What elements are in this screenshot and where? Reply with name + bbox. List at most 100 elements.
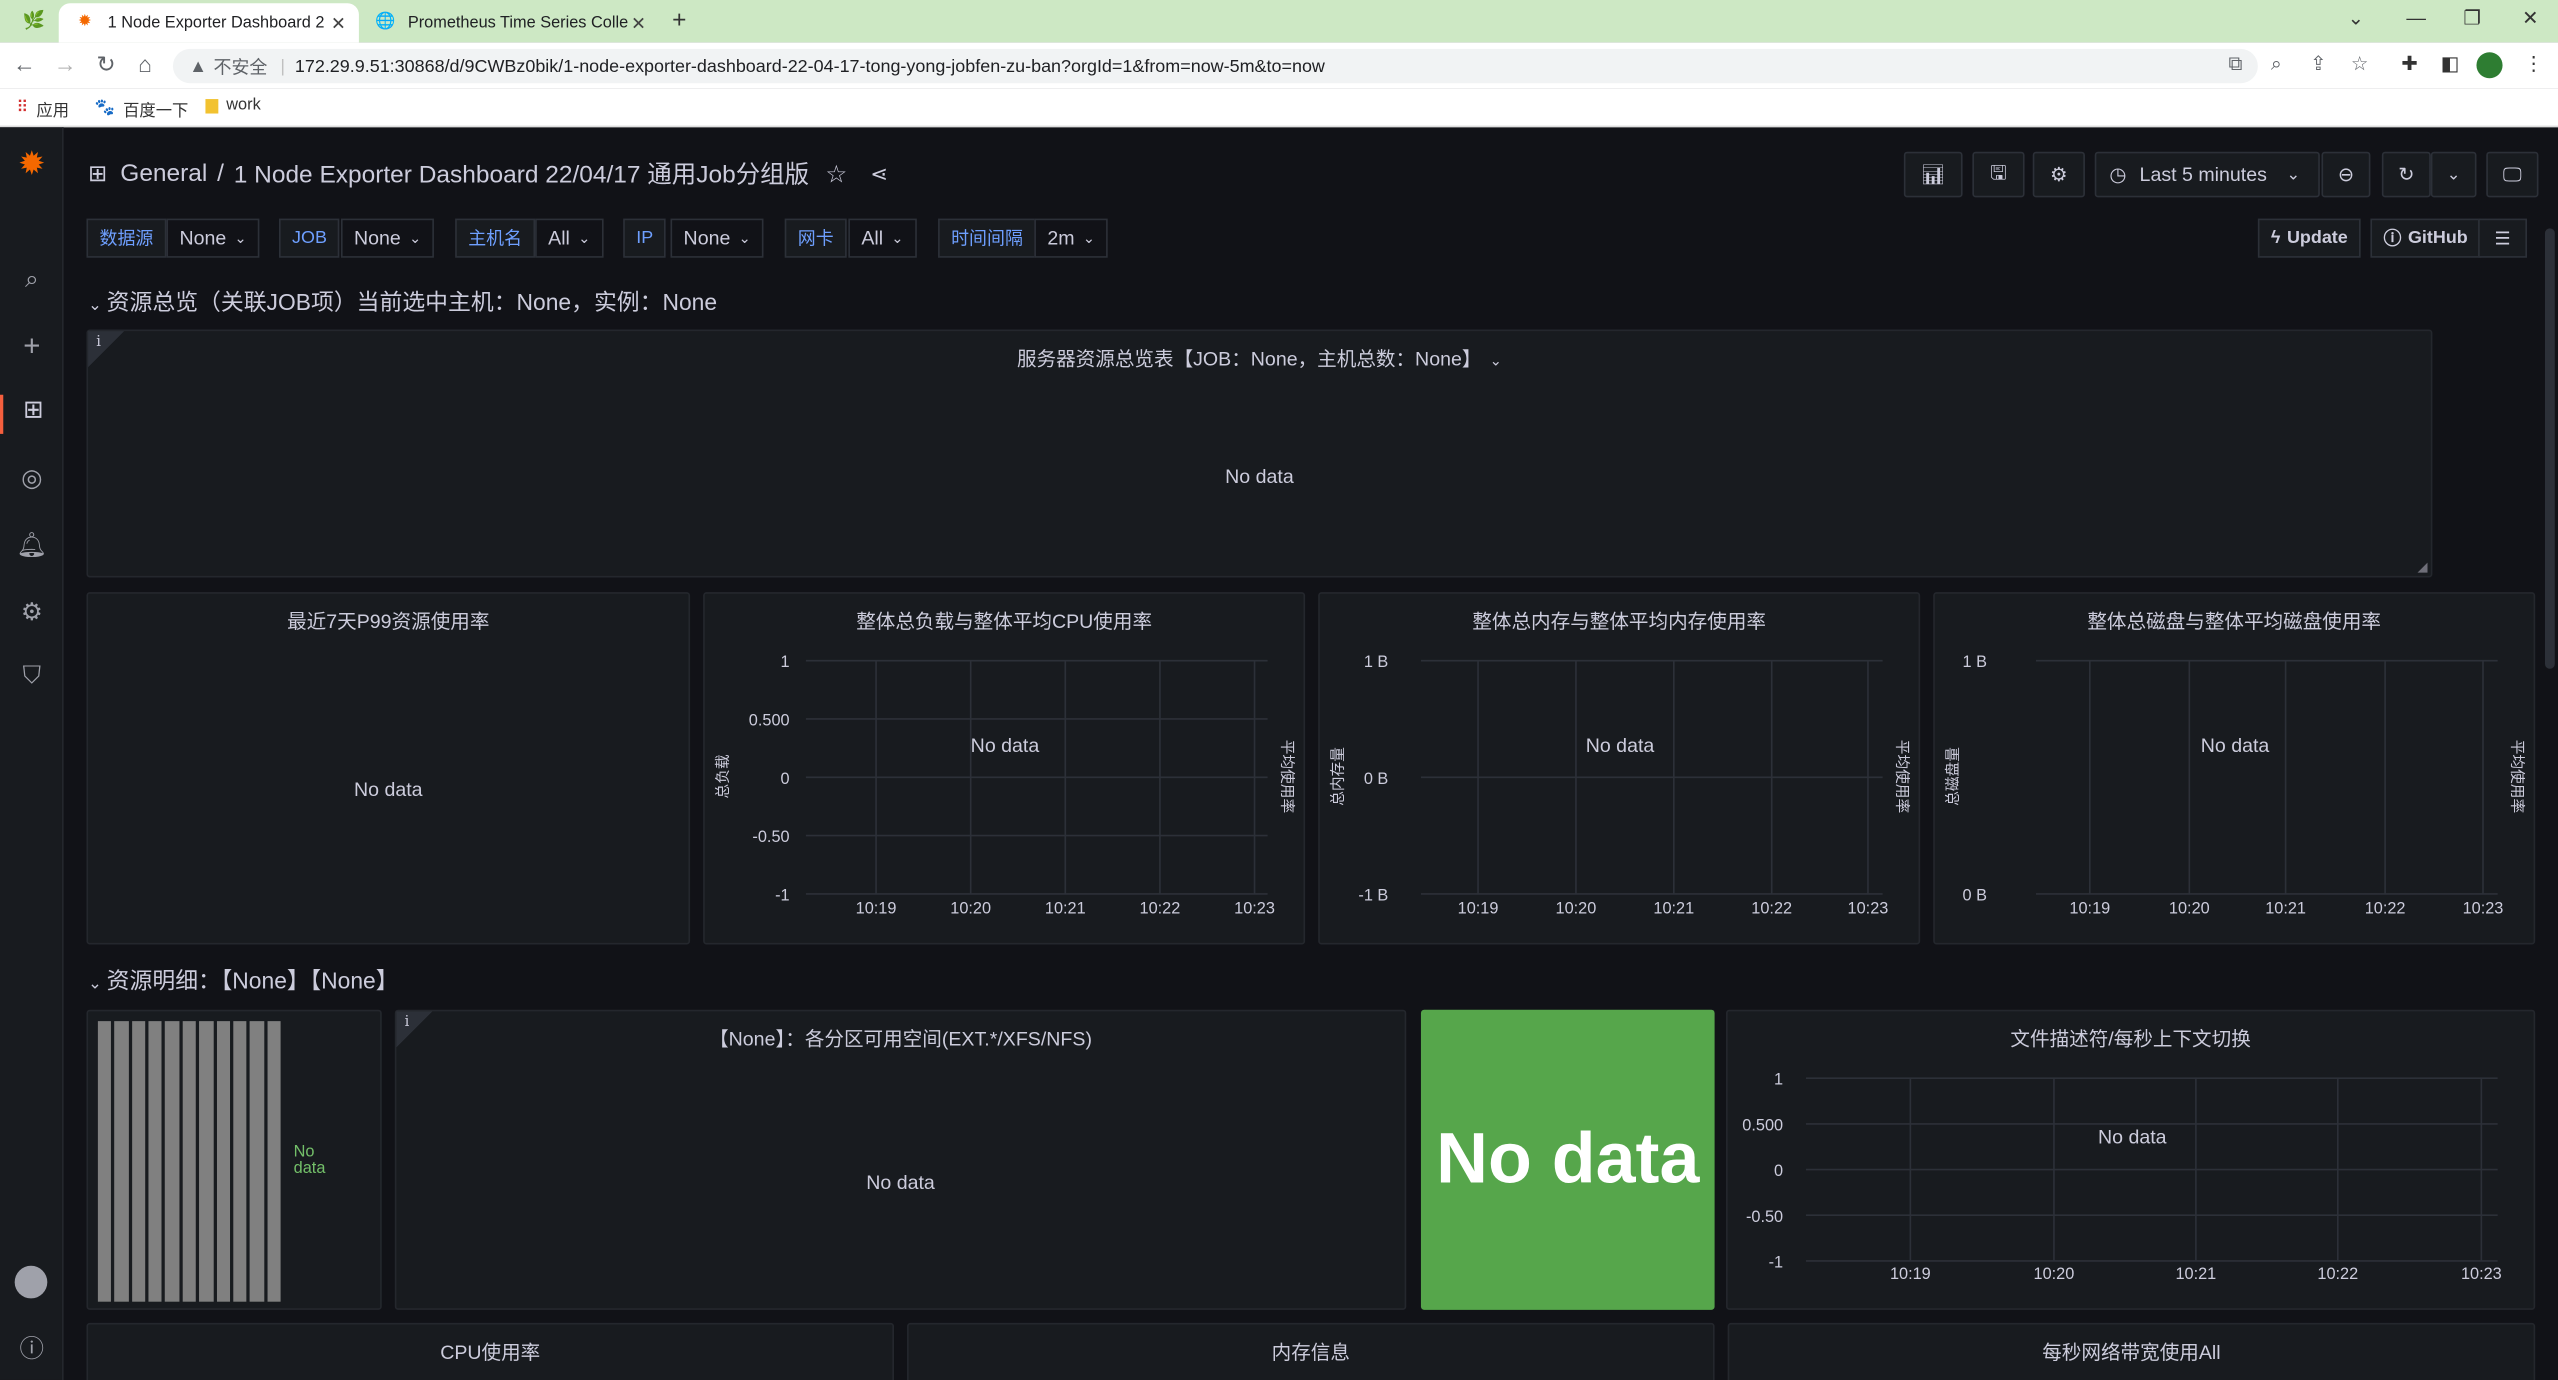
y-tick-label: 0 B (1963, 886, 1988, 904)
bookmark-star-icon[interactable]: ☆ (2351, 52, 2369, 75)
var-select-job[interactable]: None ⌄ (340, 218, 435, 258)
refresh-button[interactable]: ↻ (2381, 151, 2431, 198)
back-icon[interactable]: ← (10, 51, 39, 77)
panel-mem-info[interactable]: 内存信息 (907, 1322, 1715, 1380)
y-tick-label: -1 B (1358, 886, 1388, 904)
page-scrollbar[interactable] (2544, 228, 2555, 669)
panel-server-table[interactable]: i 服务器资源总览表【JOB：None，主机总数：None】 ⌄ No data … (86, 329, 2433, 578)
x-tick-label: 10:20 (2034, 1265, 2075, 1283)
var-select-ip[interactable]: None ⌄ (670, 218, 764, 258)
row-overview[interactable]: ⌄ 资源总览（关联JOB项）当前选中主机：None，实例：None (88, 285, 717, 318)
browser-tab-active[interactable]: ✹ 1 Node Exporter Dashboard 2 ✕ (58, 3, 359, 43)
save-dashboard-button[interactable]: 🖫 (1972, 151, 2025, 198)
var-select-hostname[interactable]: All ⌄ (535, 218, 604, 258)
github-link[interactable]: ⓘ GitHub (2370, 218, 2481, 258)
y-tick-label: -1 (775, 886, 790, 904)
tv-mode-button[interactable]: 🖵 (2486, 151, 2539, 198)
dashboards-icon[interactable]: ⊞ (0, 394, 64, 434)
chart-cpu-load: 1 0.500 0 -0.50 -1 10:19 10:20 10:21 10:22 10:23 总… (715, 653, 1296, 917)
folder-link[interactable]: General (120, 160, 207, 188)
panel-title[interactable]: 最近7天P99资源使用率 (88, 607, 688, 635)
var-select-interval[interactable]: 2m ⌄ (1034, 218, 1109, 258)
y2-axis-label: 平均使用率 (1893, 740, 1910, 813)
resize-handle-icon[interactable]: ◢ (2417, 560, 2427, 575)
address-bar[interactable]: ▲ 不安全 | 172.29.9.51:30868/d/9CWBz0bik/1-… (172, 48, 2258, 84)
server-admin-shield-icon[interactable]: ⛉ (0, 662, 64, 690)
row-detail[interactable]: ⌄ 资源明细：【None】【None】 (88, 964, 399, 997)
browser-menu-icon[interactable]: 🌿 (23, 10, 45, 31)
panel-title[interactable]: 每秒网络带宽使用All (1729, 1338, 2533, 1366)
x-tick-label: 10:20 (1556, 899, 1597, 917)
grafana-logo-icon[interactable]: ✹ (0, 144, 64, 185)
star-icon[interactable]: ☆ (825, 159, 847, 189)
panel-p99[interactable]: 最近7天P99资源使用率 No data (86, 592, 691, 945)
panel-cpu-load[interactable]: 整体总负载与整体平均CPU使用率 1 0.500 0 -0.50 -1 10:19 10:2… (703, 592, 1306, 945)
user-avatar[interactable] (14, 1265, 48, 1299)
chart-disk: 1 B 0 B 10:19 10:20 10:21 10:22 10:23 总磁盘量 平均使用率 (1944, 653, 2526, 917)
bookmark-work[interactable]: ▆ work (206, 96, 261, 114)
var-label-interval: 时间间隔 (938, 218, 1036, 258)
forward-icon[interactable]: → (51, 51, 80, 77)
time-picker-button[interactable]: ◷ Last 5 minutes ⌄ (2094, 151, 2320, 198)
x-tick-label: 10:19 (1458, 899, 1499, 917)
extensions-icon[interactable]: ✚ (2401, 52, 2417, 75)
chevron-down-icon: ⌄ (88, 296, 102, 315)
row-title: 资源明细：【None】【None】 (106, 967, 399, 994)
bar-gauge-bar (148, 1021, 163, 1302)
panel-stat-nodata[interactable]: No data (1420, 1009, 1715, 1310)
dashboard-settings-button[interactable]: ⚙ (2032, 151, 2085, 198)
panel-title[interactable]: CPU使用率 (88, 1338, 892, 1366)
share-icon[interactable]: ⋖ (870, 161, 888, 187)
panel-fd-ctx[interactable]: 文件描述符/每秒上下文切换 1 0.500 0 -0.50 -1 10:19 10:20 10… (1726, 1009, 2536, 1310)
kebab-menu-icon[interactable]: ⋮ (2524, 52, 2544, 75)
close-icon[interactable]: ✕ (631, 12, 646, 34)
breadcrumb-separator: / (217, 159, 224, 188)
var-select-nic[interactable]: All ⌄ (848, 218, 917, 258)
home-icon[interactable]: ⌂ (131, 51, 160, 77)
add-panel-button[interactable]: 📊︎ (1903, 151, 1963, 198)
links-menu-button[interactable]: ☰ (2478, 218, 2528, 258)
y-tick-label: 1 B (1364, 653, 1389, 671)
panel-partitions[interactable]: i 【None】：各分区可用空间(EXT.*/XFS/NFS) No data (394, 1009, 1407, 1310)
panel-memory[interactable]: 整体总内存与整体平均内存使用率 1 B0 B -1 B 10:19 10:20 10:2… (1318, 592, 1921, 945)
zoom-out-button[interactable]: ⊖ (2321, 151, 2371, 198)
create-icon[interactable]: + (0, 330, 64, 364)
restore-icon[interactable]: ❐ (2463, 7, 2481, 30)
panel-title[interactable]: 内存信息 (909, 1338, 1713, 1366)
panel-title[interactable]: 【None】：各分区可用空间(EXT.*/XFS/NFS) (396, 1024, 1404, 1052)
help-icon[interactable]: ⓘ (0, 1331, 64, 1365)
minimize-icon[interactable]: — (2406, 7, 2426, 30)
panel-cpu-usage[interactable]: CPU使用率 (86, 1322, 895, 1380)
explore-compass-icon[interactable]: ◎ (0, 463, 64, 493)
tab-search-icon[interactable]: ⌄ (2348, 7, 2364, 30)
translate-icon[interactable]: ⧉ (2228, 52, 2242, 76)
share-icon[interactable]: ⇪ (2310, 52, 2326, 75)
reload-icon[interactable]: ↻ (91, 51, 120, 79)
panel-bar-gauge[interactable]: No data (86, 1009, 382, 1310)
panel-disk[interactable]: 整体总磁盘与整体平均磁盘使用率 1 B0 B 10:19 10:20 10:21 10:… (1933, 592, 2536, 945)
update-link[interactable]: ϟ Update (2257, 218, 2361, 258)
folder-icon: ▆ (205, 96, 219, 115)
new-tab-icon[interactable]: + (672, 7, 686, 35)
bookmark-apps[interactable]: ⠿ 应用 (16, 96, 69, 121)
bookmark-label: work (226, 96, 261, 115)
x-tick-label: 10:20 (2169, 899, 2210, 917)
bookmark-baidu[interactable]: 🐾 百度一下 (95, 96, 189, 121)
close-icon[interactable]: ✕ (331, 12, 346, 34)
configuration-gear-icon[interactable]: ⚙ (0, 597, 64, 627)
panel-net-bw[interactable]: 每秒网络带宽使用All (1727, 1322, 2536, 1380)
panel-title[interactable]: 服务器资源总览表【JOB：None，主机总数：None】 ⌄ (88, 344, 2431, 372)
search-icon[interactable]: ⌕ (0, 266, 64, 294)
refresh-interval-button[interactable]: ⌄ (2430, 151, 2477, 198)
alerting-bell-icon[interactable]: 🔔︎ (0, 530, 64, 560)
profile-avatar[interactable] (2476, 52, 2503, 79)
sidepanel-icon[interactable]: ◧ (2441, 52, 2460, 75)
x-tick-label: 10:19 (856, 899, 897, 917)
zoom-icon[interactable]: ⌕ (2271, 52, 2282, 76)
chevron-down-icon: ⌄ (1082, 229, 1096, 246)
dashboard-title[interactable]: 1 Node Exporter Dashboard 22/04/17 通用Job… (234, 157, 809, 191)
browser-tab[interactable]: 🌐 Prometheus Time Series Colle ✕ (359, 3, 659, 42)
var-select-datasource[interactable]: None ⌄ (166, 218, 260, 258)
window-close-icon[interactable]: ✕ (2522, 7, 2538, 30)
y2-axis-label: 平均使用率 (2508, 740, 2525, 813)
